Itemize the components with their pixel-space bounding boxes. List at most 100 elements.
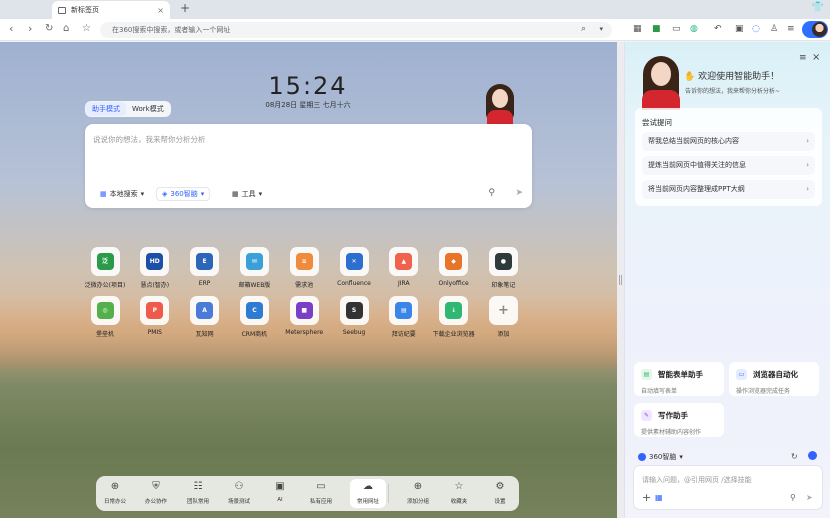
dock-item[interactable]: ▣ AI — [262, 480, 298, 503]
app-shortcut[interactable]: ◎ 堡垒机 — [79, 296, 131, 338]
app-shortcut[interactable]: ■ Metersphere — [278, 296, 330, 336]
chat-input[interactable]: 请输入问题，@引用网页 /选择技能 + ▦ ⚲ ➤ — [633, 465, 823, 510]
dock-item[interactable]: ▭ 私有应用 — [303, 480, 339, 505]
confluence-icon: ✕ — [339, 247, 369, 276]
suggestion-item[interactable]: 将当前网页内容整理成PPT大纲 › — [642, 180, 815, 199]
chat-icon[interactable] — [808, 451, 817, 460]
grid-icon[interactable]: ▦ — [633, 23, 642, 35]
browser-automation-card[interactable]: ▭ 浏览器自动化 操作浏览器完成任务 — [729, 362, 819, 396]
menu-icon[interactable]: ≡ — [787, 23, 795, 35]
dock-item[interactable]: ⚇ 场景测试 — [221, 480, 257, 505]
jira-icon: ▲ — [389, 247, 419, 276]
address-bar[interactable]: 在360搜索中搜索，或者输入一个网址 ⌕ ▾ — [100, 22, 612, 38]
mail-icon: ✉ — [239, 247, 269, 276]
suggestion-item[interactable]: 提炼当前网页中值得关注的信息 › — [642, 156, 815, 175]
tools-button[interactable]: ▦ 工具 ▾ — [227, 187, 267, 201]
app-shortcut[interactable]: ▲ JIRA — [378, 247, 430, 287]
send-icon[interactable]: ➤ — [515, 188, 523, 198]
skin-icon[interactable]: 👕 — [812, 2, 824, 13]
app-shortcut[interactable]: ✕ Confluence — [328, 247, 380, 287]
tab-assistant-mode[interactable]: 助手模式 — [86, 102, 126, 116]
dock-item[interactable]: ⊕ 添加分组 — [400, 480, 436, 505]
new-tab-button[interactable]: + — [180, 1, 190, 15]
tab-new-tab[interactable]: 新标签页 × — [52, 1, 170, 19]
close-icon[interactable]: × — [812, 52, 820, 63]
close-tab-icon[interactable]: × — [157, 6, 164, 15]
tab-work-mode[interactable]: Work模式 — [126, 102, 170, 116]
app-label: 慧点(智办) — [140, 282, 170, 289]
favorites-icon: ☆ — [454, 481, 464, 492]
suggestion-item[interactable]: 帮我总结当前网页的核心内容 › — [642, 132, 815, 151]
writing-assistant-card[interactable]: ✎ 写作助手 提供素材辅助内容创作 — [634, 403, 724, 437]
automation-icon: ▭ — [736, 369, 747, 380]
app-shortcut[interactable]: HD 慧点(智办) — [129, 247, 181, 289]
app-shortcut[interactable]: + 添加 — [477, 296, 529, 338]
ask-input[interactable]: 说说你的想法，我来帮你分析分析 ▦ 本地搜索 ▾ ◈ 360智脑 ▾ ▦ 工具 … — [85, 124, 532, 208]
model-label: 360智脑 — [649, 453, 677, 461]
dock-item[interactable]: ☁ 常用网址 — [350, 479, 386, 508]
undo-icon[interactable]: ↶ — [714, 23, 722, 35]
app-shortcut[interactable]: ✉ 邮箱WEB版 — [228, 247, 280, 289]
home-icon[interactable]: ⌂ — [63, 22, 69, 36]
panel-splitter[interactable] — [617, 42, 624, 518]
local-search-button[interactable]: ▦ 本地搜索 ▾ — [95, 187, 149, 201]
app-label: 需求池 — [295, 282, 314, 289]
app-shortcut[interactable]: 泛泛微办公(项目) — [79, 247, 131, 289]
app-shortcut[interactable]: ● 印象笔记 — [477, 247, 529, 289]
shield-icon[interactable]: ■ — [652, 23, 661, 35]
app-label: Onlyoffice — [438, 280, 469, 287]
dock-item[interactable]: ☷ 团队常用 — [180, 480, 216, 505]
onlyoffice-icon: ◆ — [439, 247, 469, 276]
app-shortcut[interactable]: A 瓦知网 — [179, 296, 231, 338]
screenshot-icon[interactable]: ▣ — [735, 23, 744, 35]
dock-item[interactable]: ⊕ 日常办公 — [97, 480, 133, 505]
assistant-mascot[interactable] — [484, 84, 516, 126]
profile-icon[interactable]: ♙ — [770, 23, 778, 35]
ai-model-button[interactable]: ◈ 360智脑 ▾ — [156, 187, 211, 201]
message-icon[interactable]: ▭ — [672, 23, 681, 35]
app-shortcut[interactable]: P PMIS — [129, 296, 181, 336]
card-title: 浏览器自动化 — [753, 370, 798, 379]
app-shortcut[interactable]: ▤ 拜访纪要 — [378, 296, 430, 338]
send-icon[interactable]: ➤ — [806, 493, 813, 502]
visit-notes-icon: ▤ — [389, 296, 419, 325]
assistant-avatar — [639, 56, 683, 110]
app-shortcut[interactable]: C CRM商机 — [228, 296, 280, 338]
app-shortcut[interactable]: ≡ 需求池 — [278, 247, 330, 289]
avatar[interactable] — [802, 21, 828, 38]
form-assistant-card[interactable]: ▤ 智能表单助手 自动填写表单 — [634, 362, 724, 396]
mode-tabs: 助手模式 Work模式 — [85, 101, 171, 117]
card-desc: 操作浏览器完成任务 — [736, 388, 791, 395]
extension-icon[interactable]: ◍ — [690, 23, 698, 35]
menu-icon[interactable]: ≡ — [799, 53, 807, 63]
model-selector[interactable]: 360智脑 ▾ — [638, 452, 683, 462]
forward-icon[interactable]: › — [28, 22, 32, 36]
app-shortcut[interactable]: S Seebug — [328, 296, 380, 336]
dock-item[interactable]: ⚙ 设置 — [482, 480, 518, 505]
crm-icon: C — [239, 296, 269, 325]
star-icon[interactable]: ☆ — [82, 22, 91, 36]
reload-icon[interactable]: ↻ — [45, 22, 53, 36]
dock-item[interactable]: ⛨ 办公协作 — [138, 480, 174, 505]
attach-icon[interactable]: ⚲ — [790, 493, 796, 502]
chevron-down-icon[interactable]: ▾ — [599, 25, 603, 33]
collaboration-icon: ⛨ — [152, 481, 160, 492]
attach-icon[interactable]: ⚲ — [488, 188, 495, 198]
welcome-title: ✋ 欢迎使用智能助手！ — [684, 69, 779, 82]
app-shortcut[interactable]: ↓ 下载企业浏览器 — [428, 296, 480, 338]
pmis-icon: P — [140, 296, 170, 325]
address-placeholder: 在360搜索中搜索，或者输入一个网址 — [112, 26, 231, 34]
app-shortcut[interactable]: ◆ Onlyoffice — [428, 247, 480, 287]
back-icon[interactable]: ‹ — [9, 22, 13, 36]
search-icon[interactable]: ⌕ — [581, 24, 586, 34]
skills-icon[interactable]: ▦ — [655, 493, 663, 502]
app-shortcut[interactable]: E ERP — [179, 247, 231, 287]
chevron-right-icon: › — [806, 161, 809, 169]
writing-icon: ✎ — [641, 410, 652, 421]
history-icon[interactable]: ↻ — [791, 452, 798, 461]
new-tab-page: 15:24 08月28日 星期三 七月十六 助手模式 Work模式 说说你的想法… — [0, 42, 617, 518]
assistant-icon[interactable]: ◌ — [752, 23, 760, 35]
date-display: 08月28日 星期三 七月十六 — [265, 101, 351, 109]
add-icon[interactable]: + — [642, 491, 651, 504]
dock-item[interactable]: ☆ 收藏夹 — [441, 480, 477, 505]
